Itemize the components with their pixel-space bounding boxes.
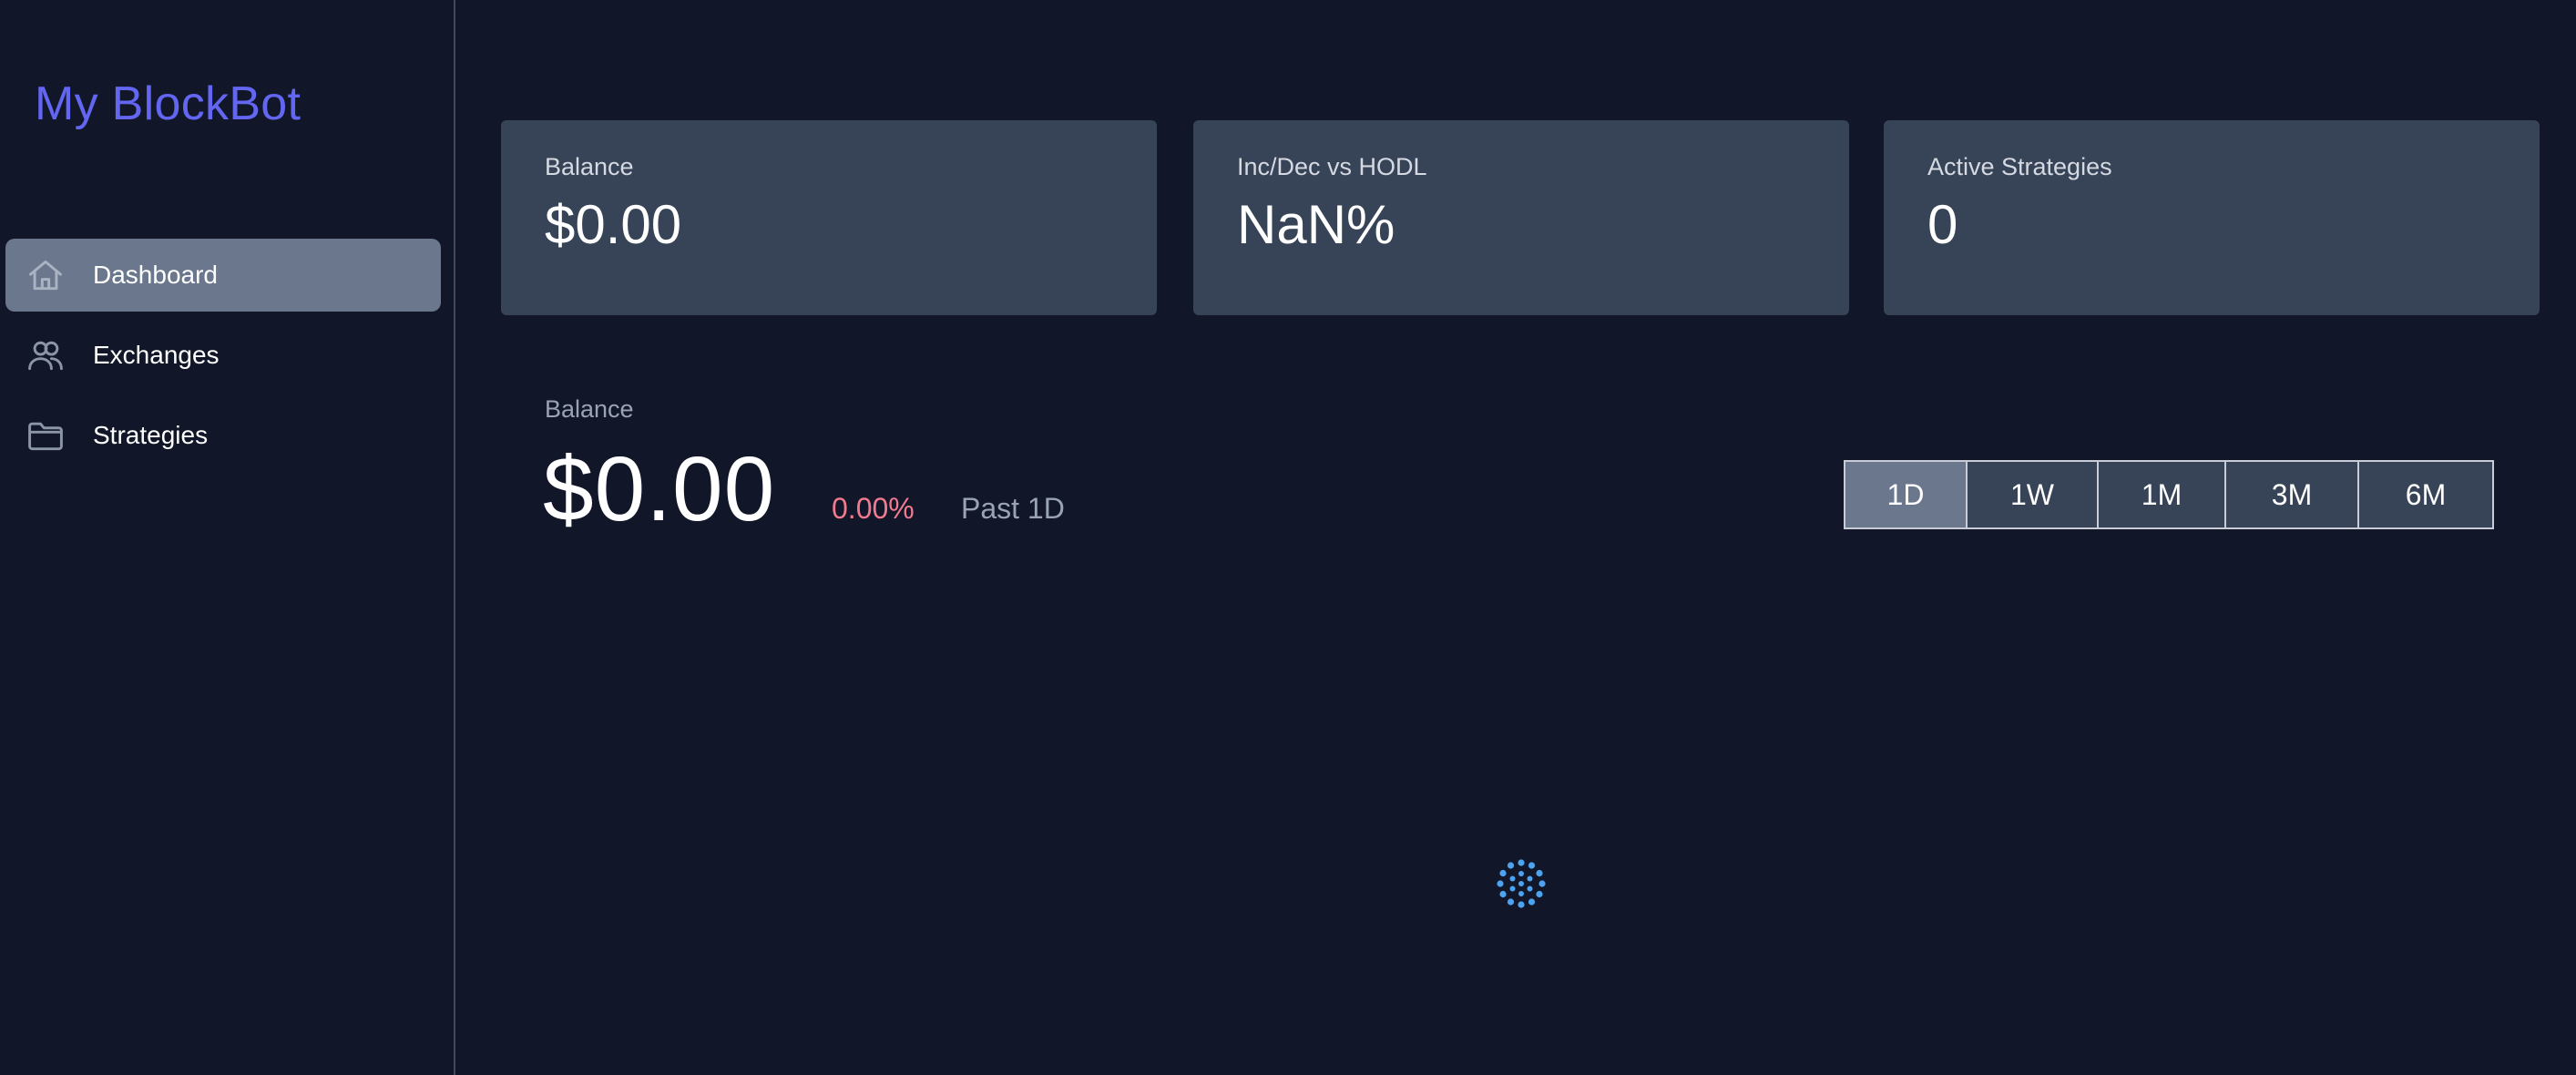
stat-card-hodl: Inc/Dec vs HODL NaN% — [1193, 120, 1849, 315]
stat-card-active-strategies: Active Strategies 0 — [1884, 120, 2540, 315]
app-title: My BlockBot — [35, 77, 302, 130]
stat-value: NaN% — [1237, 194, 1395, 255]
balance-change: 0.00% — [832, 492, 915, 525]
stat-label: Balance — [545, 153, 634, 180]
sidebar-nav: Dashboard Exchanges Strategies — [5, 239, 441, 479]
stat-label: Active Strategies — [1927, 153, 2112, 180]
balance-value: $0.00 — [543, 438, 776, 540]
range-button-1d[interactable]: 1D — [1845, 462, 1968, 527]
time-range-toggle: 1D 1W 1M 3M 6M — [1844, 460, 2494, 529]
sidebar-item-label: Exchanges — [93, 341, 220, 369]
sidebar-item-label: Strategies — [93, 421, 209, 449]
range-button-3m[interactable]: 3M — [2226, 462, 2359, 527]
balance-period: Past 1D — [961, 492, 1065, 525]
sidebar-item-dashboard[interactable]: Dashboard — [5, 239, 441, 312]
sidebar: My BlockBot Dashboard Exchanges Strategi… — [0, 0, 455, 1075]
sidebar-item-exchanges[interactable]: Exchanges — [5, 319, 441, 392]
balance-label: Balance — [545, 395, 634, 423]
stat-value: 0 — [1927, 194, 1958, 255]
home-icon — [5, 255, 86, 295]
range-button-6m[interactable]: 6M — [2359, 462, 2492, 527]
folder-icon — [5, 415, 86, 456]
app: My BlockBot Dashboard Exchanges Strategi… — [0, 0, 2576, 1075]
range-button-1m[interactable]: 1M — [2099, 462, 2226, 527]
sidebar-item-label: Dashboard — [93, 261, 218, 289]
stat-value: $0.00 — [545, 194, 682, 255]
range-button-1w[interactable]: 1W — [1968, 462, 2099, 527]
stat-label: Inc/Dec vs HODL — [1237, 153, 1427, 180]
sidebar-item-strategies[interactable]: Strategies — [5, 399, 441, 472]
loading-spinner-icon — [1494, 856, 1549, 911]
users-icon — [5, 335, 86, 375]
stat-card-balance: Balance $0.00 — [501, 120, 1157, 315]
